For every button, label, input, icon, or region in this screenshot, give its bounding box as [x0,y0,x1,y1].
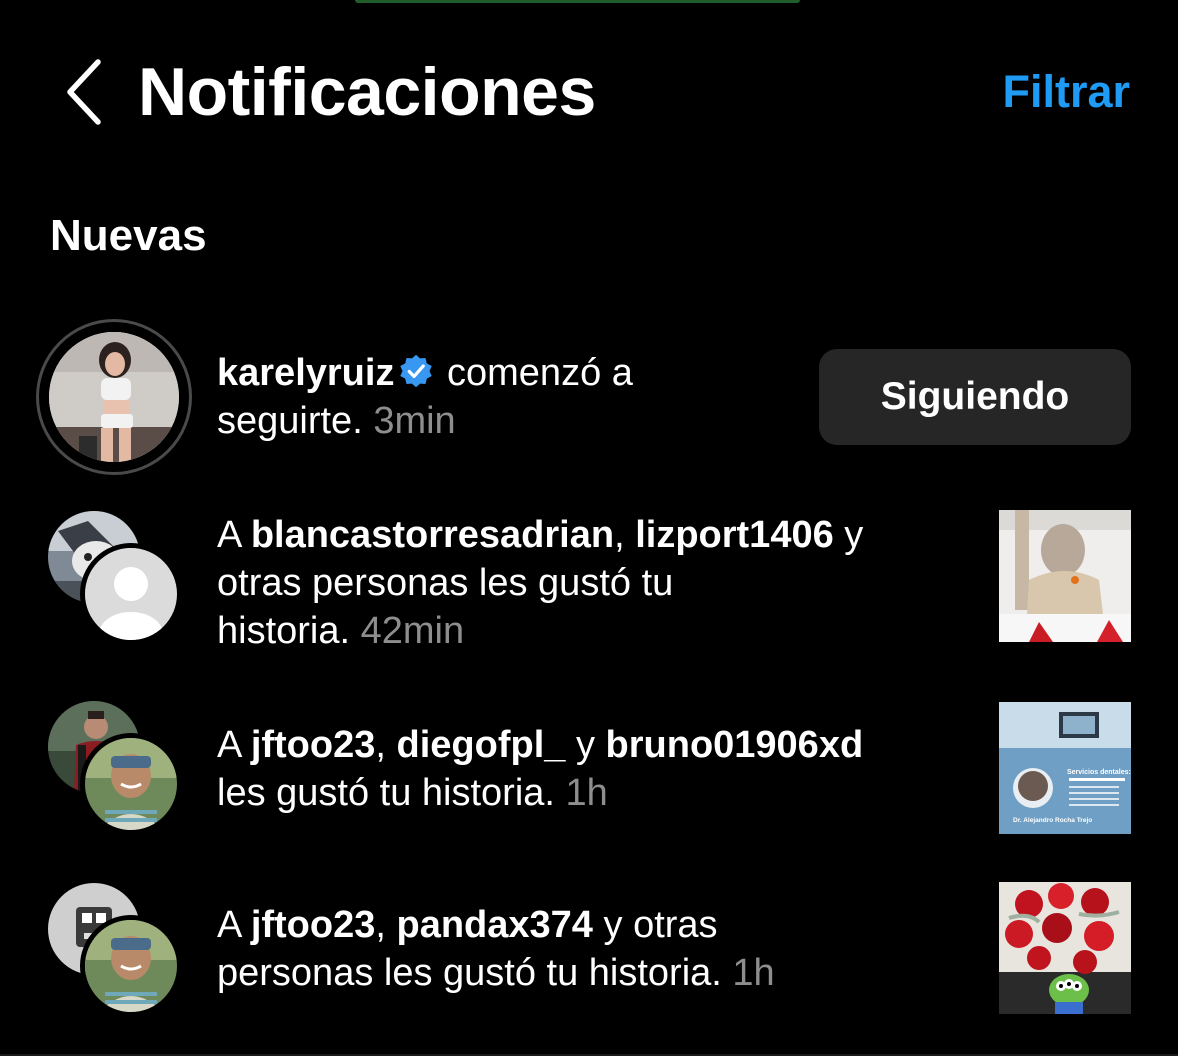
avatar[interactable] [80,733,182,835]
notification-text: karelyruiz comenzó a seguirte. 3min [217,352,633,442]
timestamp: 3min [373,400,456,442]
header: Notificaciones Filtrar [0,50,1178,134]
verified-badge-icon [400,354,433,388]
status-indicator [355,0,800,3]
username-link[interactable]: diegofpl_ [397,724,566,766]
avatar[interactable] [80,543,182,645]
avatar[interactable] [80,915,182,1017]
page-title: Notificaciones [138,54,596,130]
notification-text: A blancastorresadrian, lizport1406 y otr… [217,514,864,652]
story-thumbnail[interactable] [999,882,1131,1014]
story-thumbnail-image: Servicios dentales: Dr. Alejandro Rocha … [999,702,1131,834]
timestamp: 1h [732,952,775,994]
username-link[interactable]: lizport1406 [635,514,834,556]
thumbnail-caption: Servicios dentales: [1067,769,1131,776]
timestamp: 42min [360,610,465,652]
back-button[interactable] [58,54,110,130]
notification-text: A jftoo23, pandax374 y otras personas le… [217,904,775,994]
thumbnail-name: Dr. Alejandro Rocha Trejo [1013,817,1092,824]
username-link[interactable]: pandax374 [397,904,593,946]
username-link[interactable]: jftoo23 [251,724,376,766]
following-button[interactable]: Siguiendo [819,349,1131,445]
notification-text: A jftoo23, diegofpl_ y bruno01906xd les … [217,724,864,814]
avatar-photo [85,738,177,830]
avatar-photo [85,920,177,1012]
username-link[interactable]: karelyruiz [217,352,394,394]
section-title: Nuevas [50,211,207,260]
chevron-left-icon [67,59,101,125]
story-thumbnail[interactable] [999,510,1131,642]
story-thumbnail[interactable]: Servicios dentales: Dr. Alejandro Rocha … [999,702,1131,834]
avatar-photo [49,332,179,462]
avatar[interactable] [36,319,192,475]
story-thumbnail-image [999,882,1131,1014]
person-silhouette-icon [85,548,177,640]
story-thumbnail-image [999,510,1131,642]
username-link[interactable]: jftoo23 [251,904,376,946]
username-link[interactable]: bruno01906xd [606,724,864,766]
filter-button[interactable]: Filtrar [1002,50,1130,134]
username-link[interactable]: blancastorresadrian [251,514,614,556]
timestamp: 1h [565,772,608,814]
